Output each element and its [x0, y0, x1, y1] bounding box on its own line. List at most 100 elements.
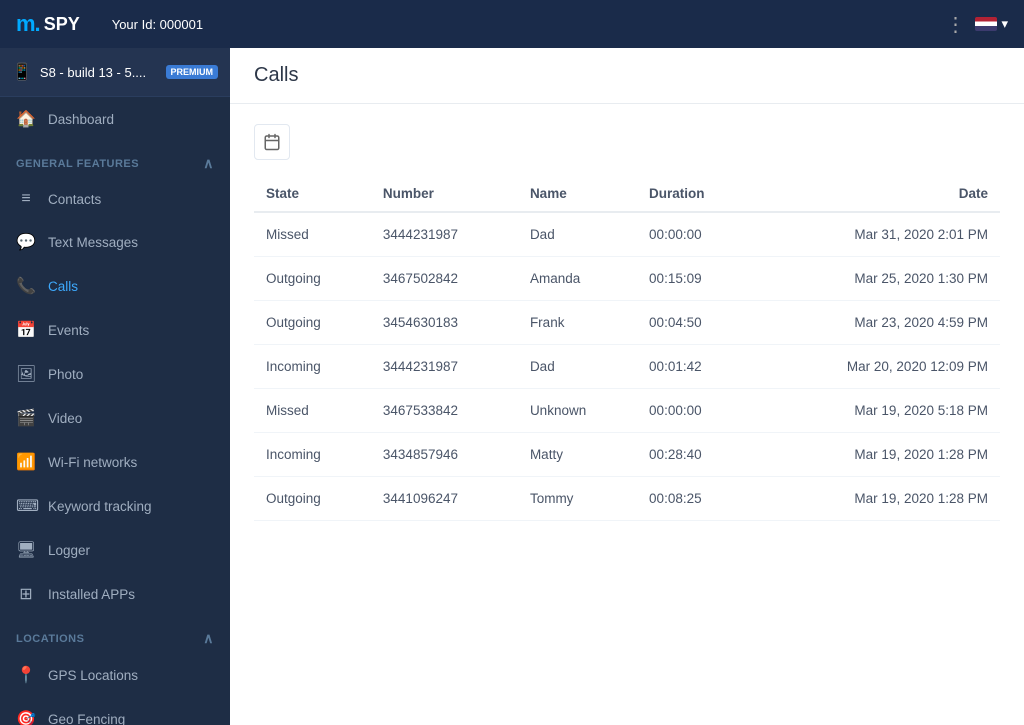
- cell-date: Mar 20, 2020 12:09 PM: [755, 345, 1000, 389]
- messages-icon: 💬: [16, 232, 36, 252]
- more-options-icon[interactable]: ⋮: [945, 12, 965, 37]
- locations-chevron[interactable]: ∧: [203, 630, 214, 647]
- sidebar-item-photo[interactable]: 🖼 Photo: [0, 352, 230, 396]
- section-locations-label: LOCATIONS: [16, 633, 84, 645]
- calendar-icon: [263, 133, 281, 151]
- events-icon: 📅: [16, 320, 36, 340]
- main-content: Calls State Number Name Duration: [230, 48, 1024, 725]
- sidebar-item-logger[interactable]: 🖥 Logger: [0, 528, 230, 572]
- premium-badge: PREMIUM: [166, 65, 219, 79]
- video-icon: 🎬: [16, 408, 36, 428]
- sidebar-item-calls[interactable]: 📞 Calls: [0, 264, 230, 308]
- header-left: m. SPY Your Id: 000001: [16, 11, 203, 37]
- cell-date: Mar 19, 2020 1:28 PM: [755, 433, 1000, 477]
- table-row: Incoming 3434857946 Matty 00:28:40 Mar 1…: [254, 433, 1000, 477]
- col-state: State: [254, 176, 371, 212]
- wifi-icon: 📶: [16, 452, 36, 472]
- header-right: ⋮ ▾: [945, 12, 1008, 37]
- cell-date: Mar 23, 2020 4:59 PM: [755, 301, 1000, 345]
- contacts-icon: ≡: [16, 190, 36, 208]
- calls-icon: 📞: [16, 276, 36, 296]
- col-number: Number: [371, 176, 518, 212]
- cell-name: Tommy: [518, 477, 637, 521]
- table-header-row: State Number Name Duration Date: [254, 176, 1000, 212]
- language-selector[interactable]: ▾: [975, 16, 1008, 32]
- cell-name: Amanda: [518, 257, 637, 301]
- cell-number: 3454630183: [371, 301, 518, 345]
- table-row: Outgoing 3454630183 Frank 00:04:50 Mar 2…: [254, 301, 1000, 345]
- cell-name: Unknown: [518, 389, 637, 433]
- geofencing-icon: 🎯: [16, 709, 36, 725]
- cell-number: 3467502842: [371, 257, 518, 301]
- cell-name: Matty: [518, 433, 637, 477]
- cell-state: Incoming: [254, 345, 371, 389]
- cell-duration: 00:28:40: [637, 433, 755, 477]
- cell-state: Outgoing: [254, 477, 371, 521]
- cell-date: Mar 19, 2020 1:28 PM: [755, 477, 1000, 521]
- table-row: Missed 3444231987 Dad 00:00:00 Mar 31, 2…: [254, 212, 1000, 257]
- section-general-label: GENERAL FEATURES: [16, 158, 139, 170]
- cell-state: Missed: [254, 212, 371, 257]
- sidebar-item-events[interactable]: 📅 Events: [0, 308, 230, 352]
- device-selector[interactable]: 📱 S8 - build 13 - 5.... PREMIUM: [0, 48, 230, 97]
- content-area: State Number Name Duration Date Missed 3…: [230, 104, 1024, 725]
- section-locations: LOCATIONS ∧: [0, 616, 230, 653]
- sidebar-item-text-messages[interactable]: 💬 Text Messages: [0, 220, 230, 264]
- cell-duration: 00:01:42: [637, 345, 755, 389]
- sidebar-item-gps[interactable]: 📍 GPS Locations: [0, 653, 230, 697]
- device-name: S8 - build 13 - 5....: [40, 65, 158, 80]
- cell-name: Dad: [518, 345, 637, 389]
- cell-state: Outgoing: [254, 257, 371, 301]
- home-icon: 🏠: [16, 109, 36, 129]
- cell-duration: 00:04:50: [637, 301, 755, 345]
- photo-icon: 🖼: [16, 364, 36, 384]
- page-header: Calls: [230, 48, 1024, 104]
- cell-number: 3441096247: [371, 477, 518, 521]
- logo-spy: SPY: [44, 14, 80, 35]
- cell-number: 3444231987: [371, 212, 518, 257]
- table-head: State Number Name Duration Date: [254, 176, 1000, 212]
- apps-icon: ⊞: [16, 584, 36, 604]
- sidebar-item-contacts[interactable]: ≡ Contacts: [0, 178, 230, 220]
- cell-date: Mar 31, 2020 2:01 PM: [755, 212, 1000, 257]
- sidebar-item-wifi[interactable]: 📶 Wi-Fi networks: [0, 440, 230, 484]
- page-title: Calls: [254, 64, 298, 87]
- cell-duration: 00:15:09: [637, 257, 755, 301]
- cell-duration: 00:00:00: [637, 389, 755, 433]
- sidebar: 📱 S8 - build 13 - 5.... PREMIUM 🏠 Dashbo…: [0, 48, 230, 725]
- col-duration: Duration: [637, 176, 755, 212]
- sidebar-item-geo-fencing[interactable]: 🎯 Geo Fencing: [0, 697, 230, 725]
- cell-name: Frank: [518, 301, 637, 345]
- user-id: Your Id: 000001: [112, 17, 203, 32]
- table-row: Outgoing 3441096247 Tommy 00:08:25 Mar 1…: [254, 477, 1000, 521]
- logo: m. SPY: [16, 11, 80, 37]
- cell-name: Dad: [518, 212, 637, 257]
- calls-table: State Number Name Duration Date Missed 3…: [254, 176, 1000, 521]
- calendar-filter-button[interactable]: [254, 124, 290, 160]
- table-row: Incoming 3444231987 Dad 00:01:42 Mar 20,…: [254, 345, 1000, 389]
- keyboard-icon: ⌨: [16, 496, 36, 516]
- table-row: Outgoing 3467502842 Amanda 00:15:09 Mar …: [254, 257, 1000, 301]
- col-date: Date: [755, 176, 1000, 212]
- dashboard-label: Dashboard: [48, 112, 114, 127]
- app-header: m. SPY Your Id: 000001 ⋮ ▾: [0, 0, 1024, 48]
- logo-m: m.: [16, 11, 40, 37]
- cell-duration: 00:08:25: [637, 477, 755, 521]
- cell-duration: 00:00:00: [637, 212, 755, 257]
- sidebar-item-dashboard[interactable]: 🏠 Dashboard: [0, 97, 230, 141]
- calls-label: Calls: [48, 279, 78, 294]
- section-general-features: GENERAL FEATURES ∧: [0, 141, 230, 178]
- sidebar-item-video[interactable]: 🎬 Video: [0, 396, 230, 440]
- cell-state: Outgoing: [254, 301, 371, 345]
- cell-state: Incoming: [254, 433, 371, 477]
- section-chevron[interactable]: ∧: [203, 155, 214, 172]
- device-icon: 📱: [12, 62, 32, 82]
- cell-number: 3434857946: [371, 433, 518, 477]
- main-layout: 📱 S8 - build 13 - 5.... PREMIUM 🏠 Dashbo…: [0, 48, 1024, 725]
- cell-state: Missed: [254, 389, 371, 433]
- cell-number: 3444231987: [371, 345, 518, 389]
- sidebar-item-installed-apps[interactable]: ⊞ Installed APPs: [0, 572, 230, 616]
- table-row: Missed 3467533842 Unknown 00:00:00 Mar 1…: [254, 389, 1000, 433]
- cell-number: 3467533842: [371, 389, 518, 433]
- sidebar-item-keyword-tracking[interactable]: ⌨ Keyword tracking: [0, 484, 230, 528]
